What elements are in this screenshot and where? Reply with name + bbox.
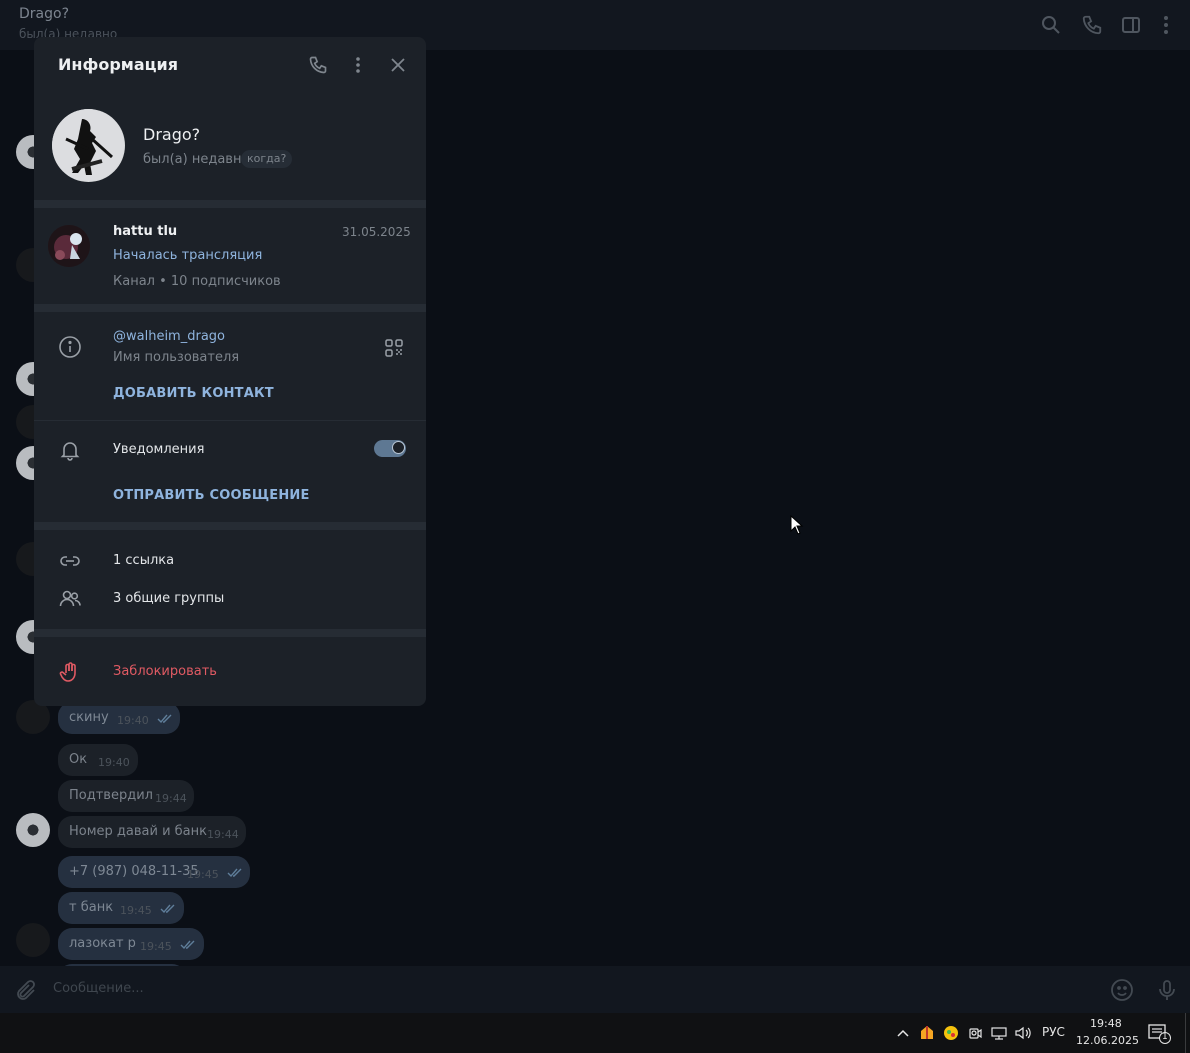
add-contact-button[interactable]: ДОБАВИТЬ КОНТАКТ: [113, 386, 274, 401]
panel-title: Информация: [58, 55, 178, 74]
message-time: 19:45: [187, 868, 219, 881]
channel-date: 31.05.2025: [342, 225, 411, 239]
notifications-label: Уведомления: [113, 442, 205, 457]
show-desktop-divider[interactable]: [1185, 1013, 1186, 1053]
call-icon[interactable]: [308, 55, 328, 75]
message-time: 19:45: [140, 940, 172, 953]
message-text: скину: [69, 710, 109, 725]
message-text: лазокат р: [69, 936, 136, 951]
search-icon[interactable]: [1040, 14, 1062, 36]
send-message-button[interactable]: ОТПРАВИТЬ СООБЩЕНИЕ: [113, 488, 310, 503]
mouse-cursor-icon: [790, 515, 804, 535]
tray-app-icon[interactable]: [943, 1025, 959, 1041]
double-check-icon: [157, 714, 173, 724]
profile-name: Drago?: [143, 125, 201, 144]
when-chip[interactable]: когда?: [241, 150, 293, 168]
profile-status: был(а) недавно: [143, 152, 250, 167]
channel-name: hattu tlu: [113, 224, 178, 239]
network-icon[interactable]: [991, 1025, 1007, 1041]
message-bubble[interactable]: +7 (987) 048-11-35 19:45: [58, 856, 250, 888]
clock-date[interactable]: 12.06.2025: [1076, 1034, 1139, 1047]
message-bubble[interactable]: Номер давай и банк 19:44: [58, 816, 246, 848]
section-divider: [34, 304, 426, 312]
message-text: Подтвердил: [69, 788, 153, 803]
avatar[interactable]: [16, 813, 50, 847]
link-icon: [58, 549, 82, 573]
close-icon[interactable]: [388, 55, 408, 75]
notification-count: 1: [1162, 1032, 1168, 1042]
qr-code-icon[interactable]: [384, 338, 404, 358]
message-bubble[interactable]: Ок 19:40: [58, 744, 138, 776]
block-hand-icon: [58, 660, 82, 684]
channel-subtitle: Канал • 10 подписчиков: [113, 274, 281, 289]
tray-app-icon[interactable]: [919, 1025, 935, 1041]
chevron-up-icon[interactable]: [896, 1026, 910, 1040]
message-bubble[interactable]: Подтвердил 19:44: [58, 780, 194, 812]
message-time: 19:44: [207, 828, 239, 841]
profile-avatar[interactable]: [52, 109, 125, 182]
toggle-knob: [392, 441, 405, 454]
volume-icon[interactable]: [1014, 1025, 1032, 1041]
message-time: 19:40: [117, 714, 149, 727]
more-vertical-icon[interactable]: [1155, 14, 1177, 36]
message-bubble[interactable]: т банк 19:45: [58, 892, 184, 924]
camera-icon[interactable]: [967, 1025, 983, 1041]
message-input-bar: Сообщение...: [0, 966, 1190, 1013]
channel-avatar[interactable]: [48, 225, 90, 267]
channel-last-message: Началась трансляция: [113, 248, 263, 263]
message-input[interactable]: Сообщение...: [53, 981, 144, 996]
message-text: Ок: [69, 752, 88, 767]
username-label: Имя пользователя: [113, 350, 240, 365]
section-divider: [34, 200, 426, 208]
message-time: 19:40: [98, 756, 130, 769]
chat-title[interactable]: Drago?: [19, 6, 69, 22]
section-divider: [34, 522, 426, 530]
block-user-button[interactable]: Заблокировать: [113, 664, 217, 679]
message-text: Номер давай и банк: [69, 824, 207, 839]
message-text: т банк: [69, 900, 114, 915]
more-vertical-icon[interactable]: [348, 55, 368, 75]
groups-icon: [58, 587, 82, 611]
message-time: 19:44: [155, 792, 187, 805]
message-bubble[interactable]: лазокат р 19:45: [58, 928, 204, 960]
double-check-icon: [180, 940, 196, 950]
message-time: 19:45: [120, 904, 152, 917]
divider: [34, 420, 426, 421]
username[interactable]: @walheim_drago: [113, 329, 225, 344]
notifications-toggle[interactable]: [374, 440, 406, 457]
message-bubble[interactable]: скину 19:40: [58, 702, 180, 734]
common-groups-item[interactable]: 3 общие группы: [113, 591, 224, 606]
sidebar-toggle-icon[interactable]: [1120, 14, 1142, 36]
attach-icon[interactable]: [14, 979, 38, 1003]
avatar[interactable]: [16, 923, 50, 957]
phone-icon[interactable]: [1081, 14, 1103, 36]
info-panel: Информация Drago? был(а) недавно когда?: [34, 37, 426, 706]
taskbar: РУС 19:48 12.06.2025 1: [0, 1013, 1190, 1053]
message-text: +7 (987) 048-11-35: [69, 864, 199, 879]
double-check-icon: [160, 904, 176, 914]
language-indicator[interactable]: РУС: [1042, 1025, 1065, 1039]
section-divider: [34, 629, 426, 637]
emoji-icon[interactable]: [1110, 978, 1134, 1002]
microphone-icon[interactable]: [1155, 978, 1179, 1002]
notification-center-icon[interactable]: 1: [1148, 1024, 1172, 1044]
info-icon: [58, 335, 82, 359]
shared-links-item[interactable]: 1 ссылка: [113, 553, 174, 568]
clock-time[interactable]: 19:48: [1090, 1017, 1122, 1030]
bell-icon: [58, 438, 82, 462]
double-check-icon: [227, 868, 243, 878]
